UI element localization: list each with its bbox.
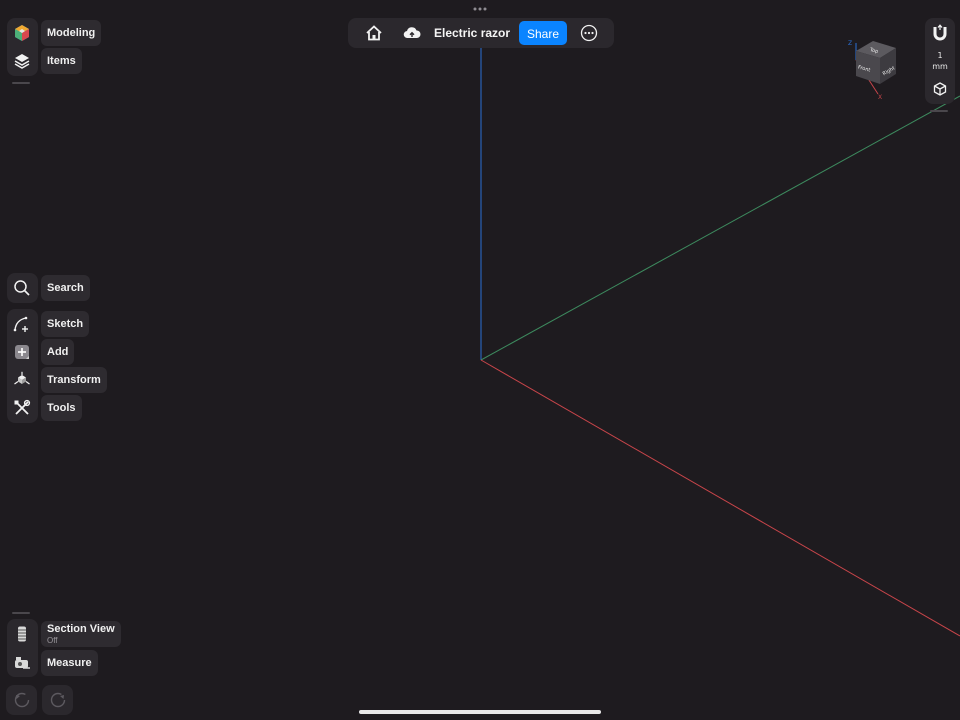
document-title[interactable]: Electric razor: [434, 18, 510, 48]
viewcube-x-label: X: [878, 94, 882, 101]
undo-button[interactable]: [6, 685, 37, 715]
grid-unit-value[interactable]: 1: [925, 51, 955, 60]
right-toolbar: 1 mm: [925, 18, 955, 104]
modeling-label[interactable]: Modeling: [41, 20, 102, 46]
transform-label[interactable]: Transform: [41, 367, 107, 393]
add-icon[interactable]: [7, 338, 37, 366]
redo-icon: [50, 692, 66, 708]
sketch-label[interactable]: Sketch: [41, 311, 90, 337]
window-handle-dots[interactable]: [472, 6, 488, 12]
items-label[interactable]: Items: [41, 48, 82, 74]
home-indicator[interactable]: [359, 710, 601, 714]
cloud-sync-icon[interactable]: [397, 19, 427, 47]
search-label[interactable]: Search: [41, 275, 90, 301]
view-cube[interactable]: Z X Top Front Right: [844, 36, 902, 102]
measure-icon[interactable]: [7, 649, 37, 677]
tools-icon[interactable]: [7, 394, 37, 422]
view-projection-icon[interactable]: [925, 75, 955, 103]
modeling-workspace-icon[interactable]: [7, 19, 37, 47]
viewcube-z-label: Z: [848, 40, 852, 47]
right-divider: [930, 110, 948, 112]
top-toolbar: Electric razor Share: [348, 18, 614, 48]
home-icon[interactable]: [359, 19, 389, 47]
add-label[interactable]: Add: [41, 339, 75, 365]
section-view-icon[interactable]: [7, 620, 37, 648]
section-view-state: Off: [47, 636, 58, 645]
y-axis-line: [480, 95, 960, 361]
snap-magnet-icon[interactable]: [925, 19, 955, 47]
more-options-icon[interactable]: [574, 19, 604, 47]
layers-icon[interactable]: [7, 47, 37, 75]
search-icon[interactable]: [7, 274, 37, 302]
undo-icon: [14, 692, 30, 708]
3d-viewport[interactable]: [0, 0, 960, 720]
grid-unit-name[interactable]: mm: [925, 62, 955, 71]
redo-button[interactable]: [42, 685, 73, 715]
share-button[interactable]: Share: [519, 21, 567, 45]
section-view-title: Section View: [47, 623, 115, 635]
section-view-label[interactable]: Section View Off: [41, 621, 121, 647]
transform-icon[interactable]: [7, 366, 37, 394]
sketch-icon[interactable]: [7, 310, 37, 338]
left-top-divider: [12, 82, 30, 84]
measure-label[interactable]: Measure: [41, 650, 98, 676]
x-axis-line: [480, 359, 960, 637]
tools-label[interactable]: Tools: [41, 395, 82, 421]
left-bottom-divider: [12, 612, 30, 614]
